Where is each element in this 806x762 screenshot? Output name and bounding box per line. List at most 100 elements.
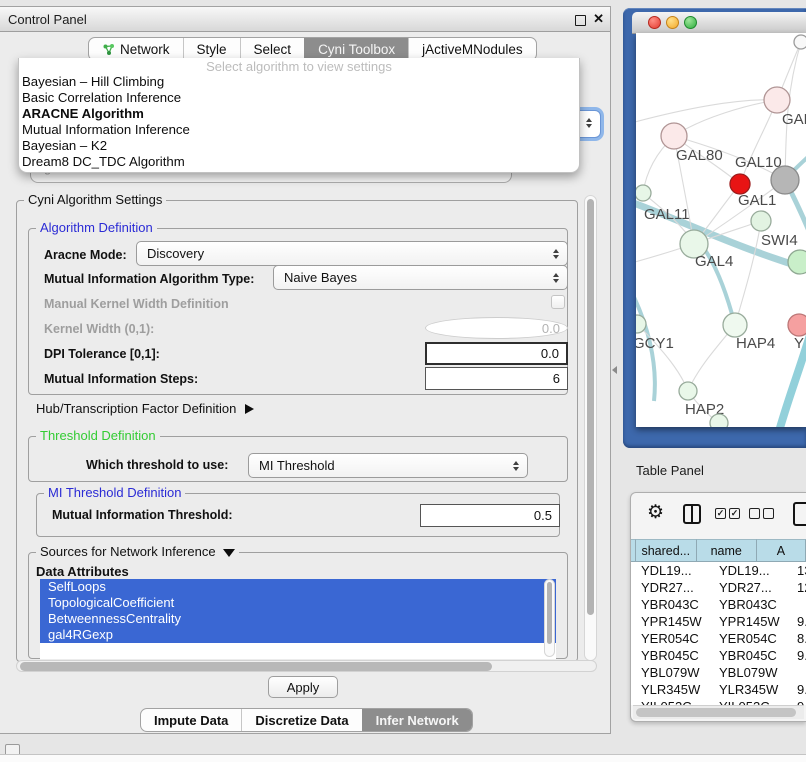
aracne-mode-label: Aracne Mode: <box>44 248 127 262</box>
window-close-icon[interactable] <box>648 16 661 29</box>
algorithm-option-mutual-information-inference[interactable]: Mutual Information Inference <box>19 122 579 138</box>
aracne-mode-value: Discovery <box>147 246 204 261</box>
network-node[interactable] <box>710 414 728 427</box>
node-label-swi4: SWI4 <box>761 232 798 249</box>
table-row[interactable]: YBR043CYBR043C <box>631 596 806 613</box>
mi-type-combo[interactable]: Naive Bayes <box>273 265 568 290</box>
float-panel-icon[interactable] <box>575 15 586 26</box>
table-row[interactable]: YIL052CYIL052C9. <box>631 698 806 705</box>
column-header-a[interactable]: A <box>757 539 806 562</box>
hub-definition-label: Hub/Transcription Factor Definition <box>36 401 236 416</box>
tab-style[interactable]: Style <box>183 38 240 60</box>
column-header-name[interactable]: name <box>697 539 757 562</box>
attributes-scrollbar[interactable] <box>544 579 555 657</box>
hub-definition-toggle[interactable]: Hub/Transcription Factor Definition <box>36 401 254 416</box>
column-view-icon[interactable] <box>683 504 701 524</box>
cell: YBR045C <box>631 647 715 664</box>
cell: 9. <box>793 613 806 630</box>
aracne-mode-combo[interactable]: Discovery <box>136 241 568 266</box>
network-node[interactable] <box>771 166 799 194</box>
mi-steps-field[interactable]: 6 <box>425 367 568 390</box>
cell: YDR27... <box>631 579 715 596</box>
attribute-item-selfloops[interactable]: SelfLoops <box>40 579 556 595</box>
tab-network[interactable]: Network <box>89 38 183 60</box>
node-label-hap4: HAP4 <box>736 335 775 352</box>
data-attributes-list[interactable]: SelfLoopsTopologicalCoefficientBetweenne… <box>40 579 556 659</box>
table-row[interactable]: YDL19...YDL19...13 <box>631 562 806 579</box>
network-node-gal[interactable] <box>764 87 790 113</box>
network-node-y[interactable] <box>788 314 806 336</box>
tab-select[interactable]: Select <box>240 38 305 60</box>
manual-kernel-checkbox[interactable] <box>551 295 565 309</box>
tab-cyni-toolbox-label: Cyni Toolbox <box>318 42 395 57</box>
which-threshold-combo[interactable]: MI Threshold <box>248 453 528 478</box>
cell: YDL19... <box>715 562 793 579</box>
cell: 13 <box>793 562 806 579</box>
tab-infer-network[interactable]: Infer Network <box>362 709 472 731</box>
node-label-gal80: GAL80 <box>676 147 723 164</box>
network-node-hap2[interactable] <box>679 382 697 400</box>
table-row[interactable]: YDR27...YDR27...12 <box>631 579 806 596</box>
tab-jactivemnodules[interactable]: jActiveMNodules <box>408 38 536 60</box>
table-row[interactable]: YLR345WYLR345W9. <box>631 681 806 698</box>
network-node-gal1[interactable] <box>751 211 771 231</box>
sources-toggle[interactable]: Sources for Network Inference <box>36 545 239 559</box>
algorithm-option-aracne-algorithm[interactable]: ARACNE Algorithm <box>19 106 579 122</box>
network-node-gal10[interactable] <box>730 174 750 194</box>
algorithm-option-dream8-dc-tdc-algorithm[interactable]: Dream8 DC_TDC Algorithm <box>19 154 579 170</box>
table-horizontal-scrollbar[interactable] <box>633 705 804 719</box>
algorithm-option-basic-correlation-inference[interactable]: Basic Correlation Inference <box>19 90 579 106</box>
attribute-item-gal4rgexp[interactable]: gal4RGexp <box>40 627 556 643</box>
window-zoom-icon[interactable] <box>684 16 697 29</box>
table-body: YDL19...YDL19...13YDR27...YDR27...12YBR0… <box>631 562 806 705</box>
splitter-collapse-icon[interactable] <box>612 366 617 374</box>
network-view-window[interactable]: GALGAL80GAL10GAL11GAL1SWI4GAL4GCY1HAP4YH… <box>623 8 806 448</box>
cell: YBR043C <box>631 596 715 613</box>
network-node-hap4[interactable] <box>723 313 747 337</box>
close-icon[interactable]: ✕ <box>593 11 604 27</box>
settings-horizontal-scrollbar[interactable] <box>16 660 597 672</box>
network-canvas[interactable]: GALGAL80GAL10GAL11GAL1SWI4GAL4GCY1HAP4YH… <box>636 33 806 427</box>
algorithm-option-bayesian-hill-climbing[interactable]: Bayesian – Hill Climbing <box>19 74 579 90</box>
deselect-all-checkbox-icon[interactable] <box>749 508 760 519</box>
collapse-down-icon <box>223 549 235 557</box>
table-row[interactable]: YBL079WYBL079W <box>631 664 806 681</box>
deselect-all-checkbox-icon[interactable] <box>763 508 774 519</box>
dpi-tolerance-field[interactable]: 0.0 <box>425 342 568 365</box>
select-all-checkbox-icon[interactable]: ✓ <box>715 508 726 519</box>
apply-button[interactable]: Apply <box>268 676 338 698</box>
tab-discretize-data-label: Discretize Data <box>255 713 348 728</box>
tab-discretize-data[interactable]: Discretize Data <box>241 709 361 731</box>
combo-stepper-icon <box>553 249 559 259</box>
network-node-swi4[interactable] <box>788 250 806 274</box>
tab-impute-data[interactable]: Impute Data <box>141 709 241 731</box>
network-icon <box>102 43 115 56</box>
gear-icon[interactable]: ⚙ <box>647 501 664 524</box>
mi-threshold-label: Mutual Information Threshold: <box>52 508 233 522</box>
new-table-icon[interactable] <box>793 502 806 526</box>
tab-jactivemnodules-label: jActiveMNodules <box>422 42 523 57</box>
table-row[interactable]: YPR145WYPR145W9. <box>631 613 806 630</box>
network-node-gal11[interactable] <box>636 185 651 201</box>
settings-vertical-scrollbar[interactable] <box>584 195 597 661</box>
manual-kernel-label: Manual Kernel Width Definition <box>44 297 229 311</box>
table-row[interactable]: YBR045CYBR045C9. <box>631 647 806 664</box>
cell: YPR145W <box>631 613 715 630</box>
algorithm-option-bayesian-k2[interactable]: Bayesian – K2 <box>19 138 579 154</box>
network-node-gal80[interactable] <box>661 123 687 149</box>
algorithm-dropdown-popup: Select algorithm to view settings Bayesi… <box>18 58 580 173</box>
kernel-width-field[interactable]: 0.0 <box>425 317 568 339</box>
network-node[interactable] <box>794 35 806 49</box>
select-all-checkbox-icon[interactable]: ✓ <box>729 508 740 519</box>
cyni-mode-tabbar: Impute Data Discretize Data Infer Network <box>140 708 473 732</box>
cell: 12 <box>793 579 806 596</box>
node-label-gal4: GAL4 <box>695 253 733 270</box>
attribute-item-betweennesscentrality[interactable]: BetweennessCentrality <box>40 611 556 627</box>
column-header-shared[interactable]: shared... <box>636 539 696 562</box>
mi-threshold-field[interactable]: 0.5 <box>420 504 560 527</box>
table-row[interactable]: YER054CYER054C8. <box>631 630 806 647</box>
table-panel-title: Table Panel <box>636 463 704 478</box>
attribute-item-topologicalcoefficient[interactable]: TopologicalCoefficient <box>40 595 556 611</box>
window-minimize-icon[interactable] <box>666 16 679 29</box>
tab-cyni-toolbox[interactable]: Cyni Toolbox <box>304 38 408 60</box>
